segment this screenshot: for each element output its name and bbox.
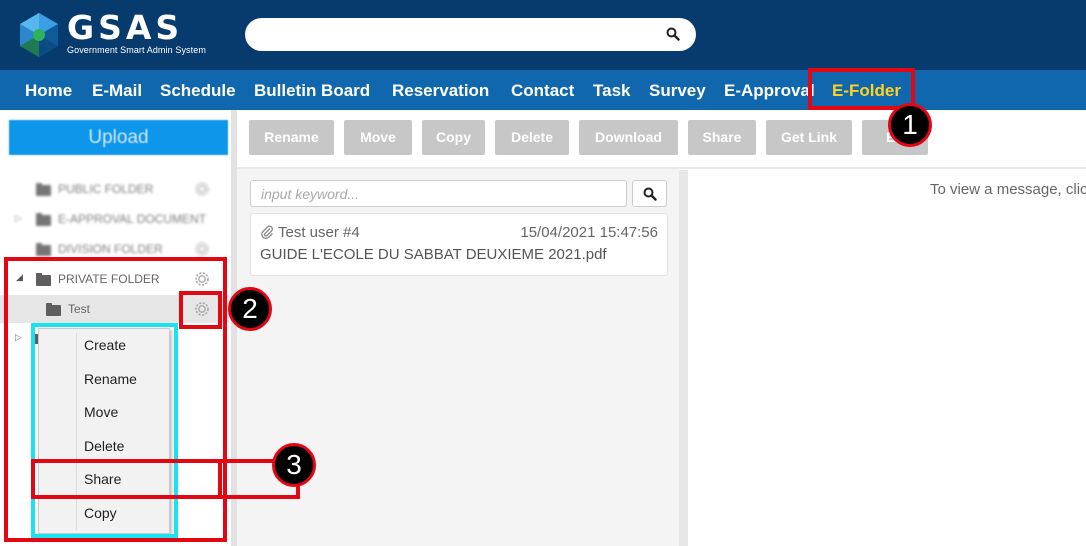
nav-schedule[interactable]: Schedule bbox=[160, 70, 236, 110]
paperclip-icon bbox=[261, 225, 273, 239]
file-list-item[interactable]: Test user #4 15/04/2021 15:47:56 GUIDE L… bbox=[250, 213, 668, 276]
nav-bulletin-board[interactable]: Bulletin Board bbox=[254, 70, 370, 110]
annotation-highlight-context-menu bbox=[31, 323, 178, 538]
annotation-step-3: 3 bbox=[272, 443, 316, 487]
gear-icon[interactable] bbox=[193, 240, 211, 258]
top-header: GSAS Government Smart Admin System bbox=[0, 0, 1086, 70]
preview-hint: To view a message, click bbox=[930, 181, 1086, 198]
annotation-step-1: 1 bbox=[888, 103, 932, 147]
delete-button[interactable]: Delete bbox=[495, 120, 569, 155]
nav-survey[interactable]: Survey bbox=[649, 70, 706, 110]
folder-icon bbox=[36, 183, 51, 196]
nav-home[interactable]: Home bbox=[25, 70, 72, 110]
brand: GSAS Government Smart Admin System bbox=[67, 10, 206, 56]
get-link-button[interactable]: Get Link bbox=[766, 120, 852, 155]
nav-email[interactable]: E-Mail bbox=[92, 70, 142, 110]
nav-contact[interactable]: Contact bbox=[511, 70, 574, 110]
gsas-logo-icon bbox=[20, 13, 58, 57]
tree-item-e-approval-document[interactable]: ▷ E-APPROVAL DOCUMENT bbox=[0, 205, 229, 233]
gear-icon[interactable] bbox=[193, 180, 211, 198]
search-icon bbox=[643, 187, 657, 201]
share-button[interactable]: Share bbox=[688, 120, 756, 155]
expand-arrow-icon[interactable]: ▷ bbox=[15, 204, 22, 232]
download-button[interactable]: Download bbox=[579, 120, 678, 155]
brand-subtitle: Government Smart Admin System bbox=[67, 45, 206, 55]
folder-icon bbox=[36, 243, 51, 256]
annotation-connector bbox=[222, 495, 300, 499]
keyword-search-field[interactable] bbox=[250, 180, 627, 207]
nav-reservation[interactable]: Reservation bbox=[392, 70, 489, 110]
nav-task[interactable]: Task bbox=[593, 70, 631, 110]
rename-button[interactable]: Rename bbox=[249, 120, 334, 155]
item-sender: Test user #4 bbox=[278, 224, 360, 241]
nav-e-approval[interactable]: E-Approval bbox=[724, 70, 815, 110]
preview-splitter[interactable] bbox=[679, 170, 688, 546]
main-nav: Home E-Mail Schedule Bulletin Board Rese… bbox=[0, 70, 1086, 110]
tree-item-label: E-APPROVAL DOCUMENT bbox=[58, 212, 207, 226]
search-icon[interactable] bbox=[666, 27, 680, 41]
copy-button[interactable]: Copy bbox=[422, 120, 485, 155]
global-search-input[interactable] bbox=[245, 18, 696, 51]
item-subject: GUIDE L'ECOLE DU SABBAT DEUXIEME 2021.pd… bbox=[260, 246, 607, 263]
annotation-highlight-share bbox=[31, 459, 222, 499]
upload-button[interactable]: Upload bbox=[9, 120, 228, 155]
keyword-search-input[interactable] bbox=[251, 181, 626, 206]
move-button[interactable]: Move bbox=[344, 120, 412, 155]
annotation-highlight-e-folder bbox=[808, 68, 915, 110]
tree-item-public-folder[interactable]: PUBLIC FOLDER bbox=[0, 175, 229, 203]
keyword-search-button[interactable] bbox=[632, 180, 667, 207]
folder-icon bbox=[36, 213, 51, 226]
brand-name: GSAS bbox=[67, 8, 184, 47]
tree-item-label: PUBLIC FOLDER bbox=[58, 182, 154, 196]
annotation-step-2: 2 bbox=[228, 287, 272, 331]
annotation-highlight-gear bbox=[179, 291, 222, 329]
item-datetime: 15/04/2021 15:47:56 bbox=[520, 224, 658, 241]
